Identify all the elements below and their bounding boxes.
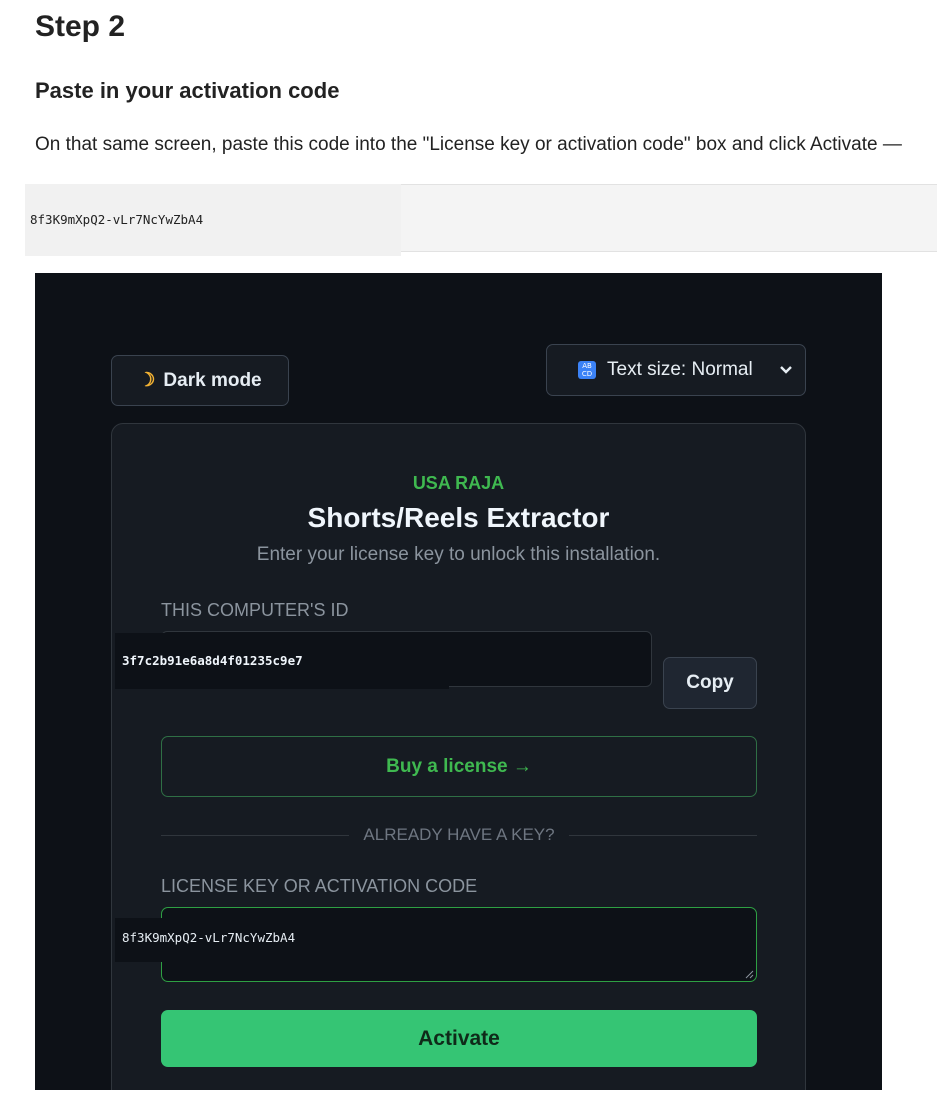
dark-mode-label: Dark mode xyxy=(163,369,262,391)
step-heading: Paste in your activation code xyxy=(35,78,340,103)
license-card: USA RAJA Shorts/Reels Extractor Enter yo… xyxy=(111,423,806,1090)
divider: ALREADY HAVE A KEY? xyxy=(161,824,758,846)
computer-id-value[interactable]: 3f7c2b91e6a8d4f01235c9e7 xyxy=(115,633,449,689)
instructions-text: On that same screen, paste this code int… xyxy=(35,134,902,155)
copy-button[interactable]: Copy xyxy=(663,657,757,709)
license-key-value[interactable]: 8f3K9mXpQ2-vLr7NcYwZbA4 xyxy=(115,918,309,962)
step-title: Step 2 xyxy=(35,10,126,43)
app-title: Shorts/Reels Extractor xyxy=(307,502,610,533)
app-screenshot: ☽ Dark mode AB CD Text size: Normal USA R… xyxy=(35,273,882,1090)
license-key-label: LICENSE KEY OR ACTIVATION CODE xyxy=(161,876,478,896)
moon-icon: ☽ xyxy=(138,370,156,391)
abcd-icon: AB CD xyxy=(578,361,596,379)
chevron-down-icon xyxy=(779,362,793,378)
computer-id-label: THIS COMPUTER'S ID xyxy=(161,600,349,620)
resize-handle-icon[interactable] xyxy=(745,970,754,979)
buy-license-button[interactable]: Buy a license → xyxy=(161,736,757,797)
divider-line-left xyxy=(161,834,350,836)
activation-code-text[interactable]: 8f3K9mXpQ2-vLr7NcYwZbA4 xyxy=(30,212,203,227)
text-size-label: Text size: Normal xyxy=(607,359,753,380)
divider-text: ALREADY HAVE A KEY? xyxy=(363,825,555,844)
activate-button[interactable]: Activate xyxy=(161,1010,757,1067)
dark-mode-button[interactable]: ☽ Dark mode xyxy=(111,355,289,406)
app-subtitle: Enter your license key to unlock this in… xyxy=(256,544,661,565)
brand-name: USA RAJA xyxy=(412,473,505,493)
divider-line-right xyxy=(568,834,758,836)
text-size-select[interactable]: AB CD Text size: Normal xyxy=(546,344,806,396)
